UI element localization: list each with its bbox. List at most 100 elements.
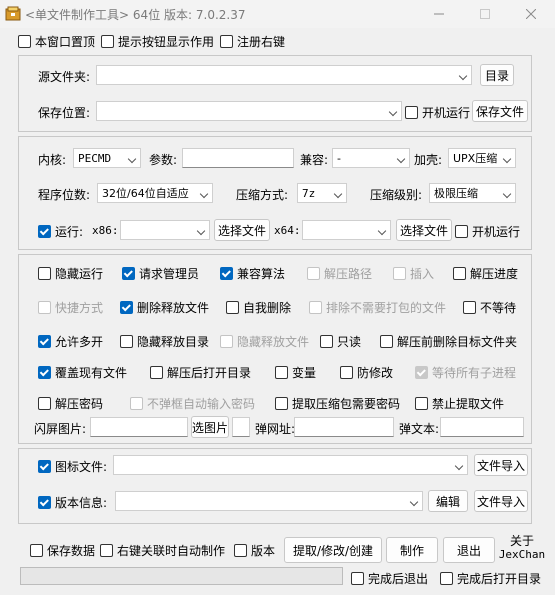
open-dir-after-checkbox[interactable]: 完成后打开目录 (440, 570, 541, 587)
dir-button[interactable]: 目录 (480, 64, 514, 86)
splash-small-input[interactable] (232, 417, 250, 437)
exit-after-checkbox[interactable]: 完成后退出 (351, 570, 428, 587)
option-hidden-run[interactable]: 隐藏运行 (38, 265, 103, 282)
option-anti-modify[interactable]: 防修改 (340, 364, 393, 381)
shell-combo[interactable]: UPX压缩 (448, 148, 516, 168)
checkbox-box[interactable] (440, 572, 453, 585)
icon-file-checkbox[interactable]: 图标文件: (38, 458, 107, 475)
option-extract-password[interactable]: 解压密码 (38, 395, 103, 412)
version-import-button[interactable]: 文件导入 (474, 490, 528, 512)
checkbox-box[interactable] (415, 366, 428, 379)
checkbox-box[interactable] (340, 366, 353, 379)
option-auto-input-password[interactable]: 不弹框自动输入密码 (130, 395, 255, 412)
paths-startup-run-checkbox[interactable]: 开机运行 (405, 104, 470, 121)
checkbox-box[interactable] (100, 544, 113, 557)
compress-method-combo[interactable]: 7z (297, 183, 347, 203)
choose-image-button[interactable]: 选图片 (191, 416, 229, 438)
extract-modify-create-button[interactable]: 提取/修改/创建 (284, 537, 382, 563)
param-input[interactable] (182, 148, 294, 168)
option-wait-children[interactable]: 等待所有子进程 (415, 364, 516, 381)
option-extract-path[interactable]: 解压路径 (307, 265, 372, 282)
checkbox-box[interactable] (320, 335, 333, 348)
version-checkbox[interactable]: 版本 (234, 542, 275, 559)
checkbox-box[interactable] (30, 544, 43, 557)
option-exclude-files[interactable]: 排除不需要打包的文件 (309, 299, 446, 316)
auto-make-checkbox[interactable]: 右键关联时自动制作 (100, 542, 225, 559)
save-location-combo[interactable] (96, 101, 402, 121)
icon-import-button[interactable]: 文件导入 (474, 454, 528, 476)
exit-button[interactable]: 退出 (443, 537, 495, 563)
checkbox-box[interactable] (275, 366, 288, 379)
maximize-icon[interactable] (462, 0, 508, 28)
checkbox-box[interactable] (38, 301, 51, 314)
checkbox-box[interactable] (309, 301, 322, 314)
popup-text-input[interactable] (440, 417, 524, 437)
x64-combo[interactable] (302, 220, 391, 240)
version-info-combo[interactable] (115, 491, 423, 511)
checkbox-box[interactable] (120, 335, 133, 348)
checkbox-box[interactable] (380, 335, 393, 348)
option-shortcut[interactable]: 快捷方式 (38, 299, 103, 316)
show-tooltips-checkbox[interactable]: 提示按钮显示作用 (101, 33, 214, 50)
make-button[interactable]: 制作 (386, 537, 438, 563)
checkbox-box[interactable] (38, 496, 51, 509)
register-right-click-checkbox[interactable]: 注册右键 (220, 33, 285, 50)
stay-on-top-checkbox[interactable]: 本窗口置顶 (18, 33, 95, 50)
checkbox-box[interactable] (220, 267, 233, 280)
checkbox-box[interactable] (101, 35, 114, 48)
source-folder-combo[interactable] (96, 65, 472, 85)
version-info-checkbox[interactable]: 版本信息: (38, 494, 107, 511)
popup-url-input[interactable] (294, 417, 394, 437)
checkbox-box[interactable] (38, 366, 51, 379)
option-insert[interactable]: 插入 (393, 265, 434, 282)
x64-choose-file-button[interactable]: 选择文件 (396, 219, 452, 241)
splash-image-input[interactable] (90, 417, 188, 437)
checkbox-box[interactable] (38, 460, 51, 473)
compress-level-combo[interactable]: 极限压缩 (429, 183, 516, 203)
option-read-only[interactable]: 只读 (320, 333, 361, 350)
checkbox-box[interactable] (38, 225, 51, 238)
close-icon[interactable] (508, 0, 554, 28)
checkbox-box[interactable] (455, 225, 468, 238)
checkbox-box[interactable] (220, 335, 233, 348)
option-hide-release-dir[interactable]: 隐藏释放目录 (120, 333, 209, 350)
checkbox-box[interactable] (393, 267, 406, 280)
minimize-icon[interactable] (416, 0, 462, 28)
checkbox-box[interactable] (405, 106, 418, 119)
option-open-dir-after[interactable]: 解压后打开目录 (150, 364, 251, 381)
x86-choose-file-button[interactable]: 选择文件 (214, 219, 270, 241)
icon-file-combo[interactable] (113, 455, 468, 475)
bits-combo[interactable]: 32位/64位自适应 (97, 183, 213, 203)
checkbox-box[interactable] (234, 544, 247, 557)
checkbox-box[interactable] (120, 301, 133, 314)
compat-combo[interactable]: - (332, 148, 410, 168)
checkbox-box[interactable] (463, 301, 476, 314)
checkbox-box[interactable] (150, 366, 163, 379)
option-self-delete[interactable]: 自我删除 (226, 299, 291, 316)
option-forbid-extract[interactable]: 禁止提取文件 (415, 395, 504, 412)
checkbox-box[interactable] (275, 397, 288, 410)
checkbox-box[interactable] (453, 267, 466, 280)
option-request-admin[interactable]: 请求管理员 (122, 265, 199, 282)
checkbox-box[interactable] (122, 267, 135, 280)
save-file-button[interactable]: 保存文件 (472, 100, 528, 122)
checkbox-box[interactable] (18, 35, 31, 48)
build-startup-run-checkbox[interactable]: 开机运行 (455, 223, 520, 240)
checkbox-box[interactable] (220, 35, 233, 48)
option-delete-target-before[interactable]: 解压前删除目标文件夹 (380, 333, 517, 350)
checkbox-box[interactable] (351, 572, 364, 585)
checkbox-box[interactable] (38, 267, 51, 280)
option-extract-progress[interactable]: 解压进度 (453, 265, 518, 282)
option-overwrite[interactable]: 覆盖现有文件 (38, 364, 127, 381)
option-no-wait[interactable]: 不等待 (463, 299, 516, 316)
run-checkbox[interactable]: 运行: (38, 223, 83, 240)
option-compat-algorithm[interactable]: 兼容算法 (220, 265, 285, 282)
checkbox-box[interactable] (226, 301, 239, 314)
option-extract-needs-password[interactable]: 提取压缩包需要密码 (275, 395, 400, 412)
about-link[interactable]: 关于 JexChan (498, 535, 546, 562)
checkbox-box[interactable] (415, 397, 428, 410)
save-data-checkbox[interactable]: 保存数据 (30, 542, 95, 559)
option-delete-released[interactable]: 删除释放文件 (120, 299, 209, 316)
option-variable[interactable]: 变量 (275, 364, 316, 381)
option-allow-multi[interactable]: 允许多开 (38, 333, 103, 350)
